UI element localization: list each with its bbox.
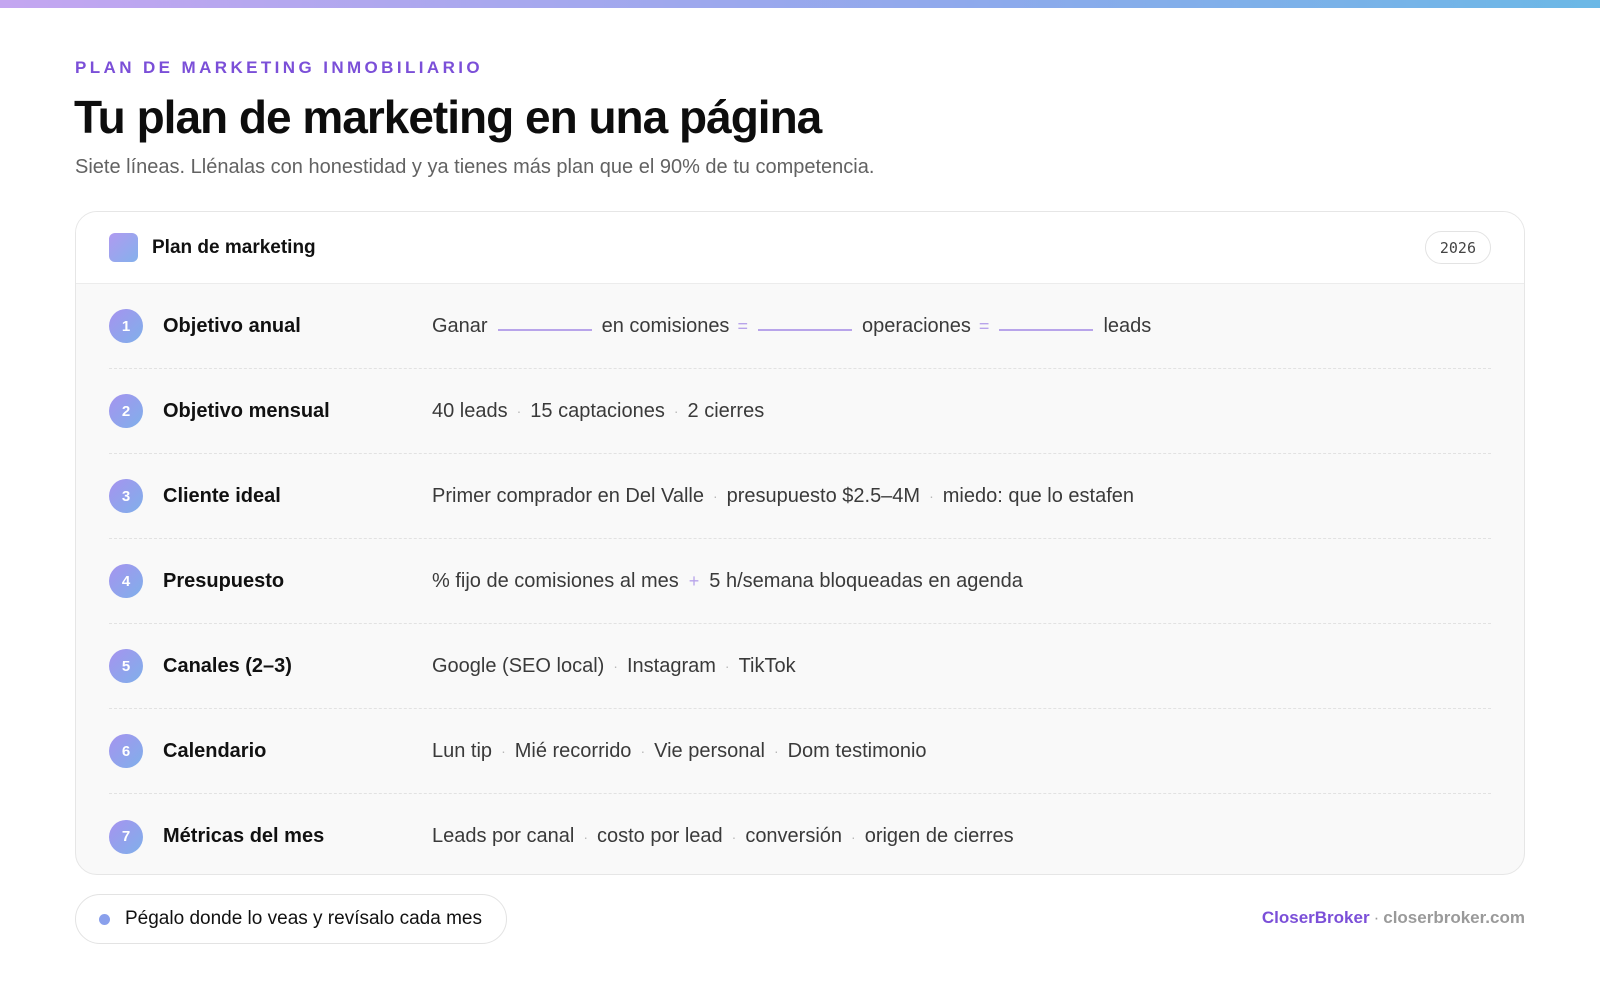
equals-sign: =: [737, 315, 748, 336]
row-number-badge: 4: [109, 564, 143, 598]
row-number-badge: 3: [109, 479, 143, 513]
row-number-badge: 6: [109, 734, 143, 768]
row-item: conversión: [745, 825, 843, 847]
row-item: Primer comprador en Del Valle: [432, 484, 704, 507]
row-text: leads: [1103, 314, 1152, 337]
row-label: Métricas del mes: [163, 825, 325, 847]
plan-row-presupuesto: 4 Presupuesto % fijo de comisiones al me…: [109, 539, 1491, 624]
top-gradient-bar: [0, 0, 1600, 8]
plan-row-calendario: 6 Calendario Lun tip · Mié recorrido · Vie p…: [109, 709, 1491, 794]
separator-dot: ·: [773, 743, 779, 759]
separator-dot: ·: [712, 488, 718, 504]
row-item: Mié recorrido: [514, 739, 632, 762]
plan-row-canales: 5 Canales (2–3) Google (SEO local) · Insta…: [109, 624, 1491, 709]
plan-rows: 1 Objetivo anual Ganar en comisiones = o…: [76, 284, 1524, 874]
row-item: Instagram: [626, 654, 716, 677]
separator-dot: ·: [613, 658, 618, 674]
row-number-badge: 1: [109, 309, 143, 343]
row-text: operaciones: [861, 314, 971, 337]
row-label: Canales (2–3): [163, 654, 292, 677]
year-badge: 2026: [1424, 231, 1491, 264]
row-item: 40 leads: [432, 399, 508, 422]
separator-dot: ·: [640, 743, 646, 759]
footer-separator: ·: [1373, 908, 1380, 927]
separator-dot: ·: [851, 828, 856, 845]
separator-dot: ·: [724, 658, 730, 674]
plan-row-metricas: 7 Métricas del mes Leads por canal · costo…: [109, 794, 1491, 874]
row-content: Primer comprador en Del Valle · presupuest…: [432, 485, 1134, 508]
row-label: Calendario: [163, 739, 267, 762]
separator-dot: ·: [673, 403, 679, 419]
row-text: en comisiones: [601, 314, 730, 337]
row-item: 2 cierres: [687, 399, 765, 422]
separator-dot: ·: [929, 488, 934, 504]
bullet-dot-icon: [99, 913, 110, 925]
row-item: Lun tip: [432, 739, 493, 762]
marketing-plan-card: Plan de marketing 2026 1 Objetivo anual …: [75, 211, 1525, 875]
row-content: % fijo de comisiones al mes + 5 h/semana…: [432, 570, 1023, 593]
row-text: Ganar: [432, 314, 488, 337]
row-content: Google (SEO local) · Instagram · TikTok: [432, 655, 796, 678]
row-content: Leads por canal · costo por lead · conversió…: [432, 825, 1014, 848]
row-number-badge: 5: [109, 649, 143, 683]
row-label: Presupuesto: [163, 569, 285, 592]
row-number-badge: 7: [109, 819, 143, 854]
row-content: Lun tip · Mié recorrido · Vie personal · Dom t…: [432, 740, 927, 763]
page-title: Tu plan de marketing en una página: [74, 91, 822, 143]
separator-dot: ·: [516, 403, 522, 419]
row-label: Objetivo mensual: [163, 399, 330, 422]
row-item: presupuesto $2.5–4M: [726, 484, 921, 507]
row-item: Google (SEO local): [432, 654, 605, 677]
row-content: 40 leads · 15 captaciones · 2 cierres: [432, 400, 764, 423]
eyebrow-label: PLAN DE MARKETING INMOBILIARIO: [75, 58, 483, 77]
row-item: 15 captaciones: [530, 399, 665, 422]
separator-dot: ·: [501, 743, 506, 759]
reminder-text: Pégalo donde lo veas y revísalo cada mes: [125, 908, 482, 929]
row-item: origen de cierres: [864, 825, 1014, 847]
equals-sign: =: [978, 315, 990, 336]
plan-row-cliente-ideal: 3 Cliente ideal Primer comprador en Del …: [109, 454, 1491, 539]
card-header: Plan de marketing 2026: [76, 212, 1524, 284]
row-item: TikTok: [738, 654, 796, 677]
separator-dot: ·: [731, 828, 737, 845]
page-subtitle: Siete líneas. Llénalas con honestidad y …: [75, 156, 875, 178]
fill-in-blank-operations[interactable]: [757, 329, 852, 331]
row-label: Cliente ideal: [163, 484, 281, 507]
separator-dot: ·: [583, 828, 588, 845]
row-item: Dom testimonio: [787, 739, 927, 762]
plan-row-objetivo-anual: 1 Objetivo anual Ganar en comisiones = o…: [109, 284, 1491, 369]
plan-row-objetivo-mensual: 2 Objetivo mensual 40 leads · 15 captacion…: [109, 369, 1491, 454]
card-title: Plan de marketing: [152, 236, 316, 258]
card-logo-icon: [109, 233, 138, 262]
reminder-pill: Pégalo donde lo veas y revísalo cada mes: [75, 894, 507, 944]
fill-in-blank-commission[interactable]: [497, 329, 592, 331]
plus-sign: +: [688, 570, 700, 591]
row-label: Objetivo anual: [163, 314, 301, 337]
row-number-badge: 2: [109, 394, 143, 428]
fill-in-blank-leads[interactable]: [999, 329, 1094, 331]
row-item: Vie personal: [654, 739, 765, 762]
row-text: % fijo de comisiones al mes: [432, 569, 679, 592]
row-text: 5 h/semana bloqueadas en agenda: [709, 569, 1023, 592]
row-content: Ganar en comisiones = operaciones = lead…: [432, 315, 1151, 338]
footer-branding: CloserBroker · closerbroker.com: [1262, 908, 1525, 928]
brand-name[interactable]: CloserBroker: [1262, 908, 1370, 928]
row-item: costo por lead: [597, 825, 723, 847]
row-item: miedo: que lo estafen: [942, 484, 1135, 507]
row-item: Leads por canal: [432, 825, 575, 847]
brand-domain-link[interactable]: closerbroker.com: [1383, 908, 1525, 928]
